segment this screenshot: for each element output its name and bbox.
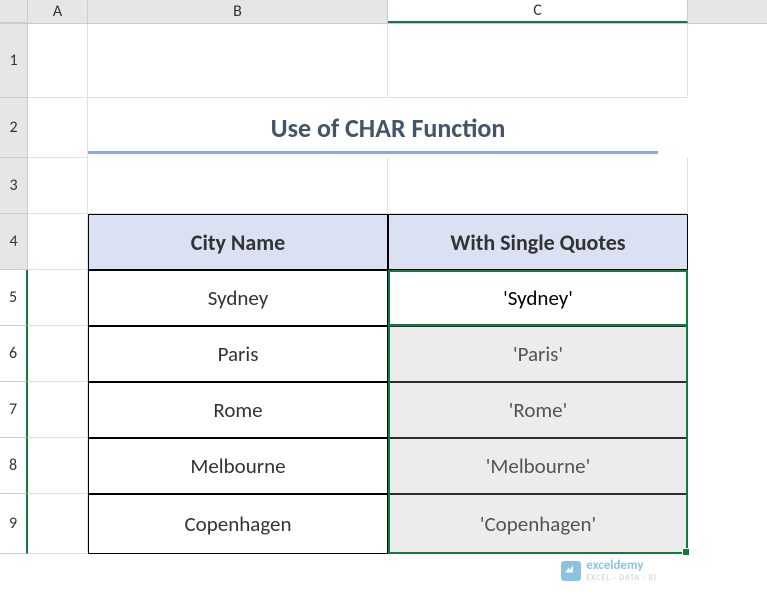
cell-b3[interactable]	[88, 158, 388, 214]
cell-city-2[interactable]: Rome	[88, 382, 388, 438]
title-text: Use of CHAR Function	[88, 112, 688, 144]
cell-a5[interactable]	[28, 270, 88, 326]
watermark-icon	[561, 561, 581, 581]
row-header-1[interactable]: 1	[0, 24, 28, 98]
cell-city-4[interactable]: Copenhagen	[88, 494, 388, 554]
row-1: 1	[0, 24, 767, 98]
watermark-brand: exceldemy	[586, 558, 643, 573]
cell-a4[interactable]	[28, 214, 88, 270]
row-7: 7 Rome 'Rome'	[0, 382, 767, 438]
cell-city-1[interactable]: Paris	[88, 326, 388, 382]
cell-quoted-1[interactable]: 'Paris'	[388, 326, 688, 382]
row-9: 9 Copenhagen 'Copenhagen'	[0, 494, 767, 554]
row-header-4[interactable]: 4	[0, 214, 28, 270]
header-city[interactable]: City Name	[88, 214, 388, 270]
row-2: 2 Use of CHAR Function	[0, 98, 767, 158]
select-all-corner[interactable]	[0, 0, 28, 23]
row-5: 5 Sydney	[0, 270, 767, 326]
cell-a8[interactable]	[28, 438, 88, 494]
row-header-7[interactable]: 7	[0, 382, 28, 438]
cell-c1[interactable]	[388, 24, 688, 98]
row-header-5[interactable]: 5	[0, 270, 28, 326]
cell-a7[interactable]	[28, 382, 88, 438]
cell-city-0[interactable]: Sydney	[88, 270, 388, 326]
cell-quoted-3[interactable]: 'Melbourne'	[388, 438, 688, 494]
col-header-a[interactable]: A	[28, 0, 88, 23]
col-header-c[interactable]: C	[388, 0, 688, 23]
column-headers: A B C	[0, 0, 767, 24]
row-header-8[interactable]: 8	[0, 438, 28, 494]
cell-a3[interactable]	[28, 158, 88, 214]
cell-a2[interactable]	[28, 98, 88, 158]
cell-a9[interactable]	[28, 494, 88, 554]
title-underline	[88, 151, 658, 154]
cell-a6[interactable]	[28, 326, 88, 382]
watermark: exceldemy EXCEL · DATA · BI	[561, 558, 657, 583]
row-6: 6 Paris 'Paris'	[0, 326, 767, 382]
watermark-text: exceldemy EXCEL · DATA · BI	[586, 558, 657, 583]
watermark-tagline: EXCEL · DATA · BI	[586, 573, 657, 583]
cell-a1[interactable]	[28, 24, 88, 98]
cell-quoted-0[interactable]	[388, 270, 688, 326]
cell-c3[interactable]	[388, 158, 688, 214]
header-quoted[interactable]: With Single Quotes	[388, 214, 688, 270]
title-cell[interactable]: Use of CHAR Function	[88, 98, 688, 158]
row-8: 8 Melbourne 'Melbourne'	[0, 438, 767, 494]
cell-city-3[interactable]: Melbourne	[88, 438, 388, 494]
cell-quoted-4[interactable]: 'Copenhagen'	[388, 494, 688, 554]
row-header-2[interactable]: 2	[0, 98, 28, 158]
row-3: 3	[0, 158, 767, 214]
row-header-3[interactable]: 3	[0, 158, 28, 214]
row-header-6[interactable]: 6	[0, 326, 28, 382]
spreadsheet-grid: A B C 1 2 Use of CHAR Function 3 4 City …	[0, 0, 767, 613]
row-4: 4 City Name With Single Quotes	[0, 214, 767, 270]
row-header-9[interactable]: 9	[0, 494, 28, 554]
cell-b1[interactable]	[88, 24, 388, 98]
col-header-b[interactable]: B	[88, 0, 388, 23]
cell-quoted-2[interactable]: 'Rome'	[388, 382, 688, 438]
